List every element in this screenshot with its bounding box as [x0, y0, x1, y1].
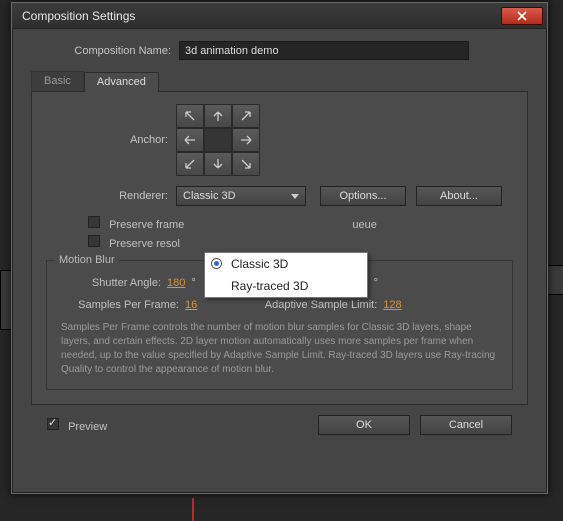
renderer-label: Renderer: — [46, 190, 176, 202]
anchor-center[interactable] — [204, 128, 232, 152]
option-label: Ray-traced 3D — [231, 279, 308, 293]
motion-blur-help: Samples Per Frame controls the number of… — [61, 321, 498, 377]
renderer-dropdown-popup: Classic 3D Ray-traced 3D — [204, 252, 368, 298]
arrow-up-left-icon — [183, 110, 197, 122]
option-label: Classic 3D — [231, 257, 288, 271]
preserve-frame-checkbox[interactable] — [88, 216, 100, 228]
shutter-angle-label: Shutter Angle: — [61, 277, 161, 289]
preview-row: Preview — [47, 418, 107, 433]
tab-advanced[interactable]: Advanced — [84, 72, 159, 92]
renderer-row: Renderer: Classic 3D Options... About... — [46, 186, 513, 206]
preserve-resolution-checkbox[interactable] — [88, 235, 100, 247]
comp-name-row: Composition Name: — [31, 41, 528, 60]
anchor-bl[interactable] — [176, 152, 204, 176]
arrow-left-icon — [183, 134, 197, 146]
renderer-selected: Classic 3D — [183, 190, 236, 202]
close-button[interactable] — [501, 7, 543, 25]
samples-value[interactable]: 16 — [185, 299, 197, 311]
anchor-l[interactable] — [176, 128, 204, 152]
samples-row: Samples Per Frame: 16 Adaptive Sample Li… — [61, 299, 498, 311]
about-button[interactable]: About... — [416, 186, 502, 206]
tab-content-advanced: Anchor: Renderer: Classic 3D — [31, 92, 528, 405]
dialog-body: Composition Name: Basic Advanced Anchor: — [12, 29, 547, 493]
dialog-footer: Preview OK Cancel — [31, 405, 528, 447]
titlebar[interactable]: Composition Settings — [12, 3, 547, 29]
preview-checkbox[interactable] — [47, 418, 59, 430]
arrow-down-right-icon — [239, 158, 253, 170]
anchor-b[interactable] — [204, 152, 232, 176]
motion-blur-legend: Motion Blur — [55, 254, 119, 266]
degree-unit: ° — [191, 277, 195, 289]
anchor-tl[interactable] — [176, 104, 204, 128]
arrow-up-icon — [211, 110, 225, 122]
anchor-br[interactable] — [232, 152, 260, 176]
timeline-indicator — [192, 498, 194, 521]
anchor-r[interactable] — [232, 128, 260, 152]
anchor-label: Anchor: — [46, 134, 176, 146]
anchor-grid — [176, 104, 260, 176]
asl-label: Adaptive Sample Limit: — [235, 299, 377, 311]
anchor-t[interactable] — [204, 104, 232, 128]
radio-selected-icon — [211, 258, 222, 269]
renderer-option-raytraced3d[interactable]: Ray-traced 3D — [205, 275, 367, 297]
comp-name-label: Composition Name: — [31, 45, 179, 57]
arrow-up-right-icon — [239, 110, 253, 122]
preserve-resolution-label: Preserve resol — [109, 238, 180, 250]
close-icon — [517, 11, 527, 21]
composition-settings-dialog: Composition Settings Composition Name: B… — [11, 2, 548, 494]
preserve-frame-row: Preserve frame ueue — [88, 216, 513, 231]
renderer-dropdown[interactable]: Classic 3D — [176, 186, 306, 206]
window-title: Composition Settings — [22, 9, 135, 23]
preserve-frame-suffix: ueue — [352, 219, 376, 231]
shutter-angle-value[interactable]: 180 — [167, 277, 185, 289]
samples-label: Samples Per Frame: — [61, 299, 179, 311]
options-button[interactable]: Options... — [320, 186, 406, 206]
preserve-frame-label: Preserve frame — [109, 219, 184, 231]
chevron-down-icon — [291, 194, 299, 199]
arrow-right-icon — [239, 134, 253, 146]
tabstrip: Basic Advanced — [31, 70, 528, 92]
renderer-option-classic3d[interactable]: Classic 3D — [205, 253, 367, 275]
tab-basic[interactable]: Basic — [31, 71, 84, 91]
preview-label: Preview — [68, 421, 107, 433]
arrow-down-icon — [211, 158, 225, 170]
anchor-row: Anchor: — [46, 104, 513, 176]
asl-value[interactable]: 128 — [383, 299, 401, 311]
ok-button[interactable]: OK — [318, 415, 410, 435]
preserve-resolution-row: Preserve resol — [88, 235, 513, 250]
comp-name-input[interactable] — [179, 41, 469, 60]
cancel-button[interactable]: Cancel — [420, 415, 512, 435]
arrow-down-left-icon — [183, 158, 197, 170]
degree-unit: ° — [374, 277, 378, 289]
anchor-tr[interactable] — [232, 104, 260, 128]
